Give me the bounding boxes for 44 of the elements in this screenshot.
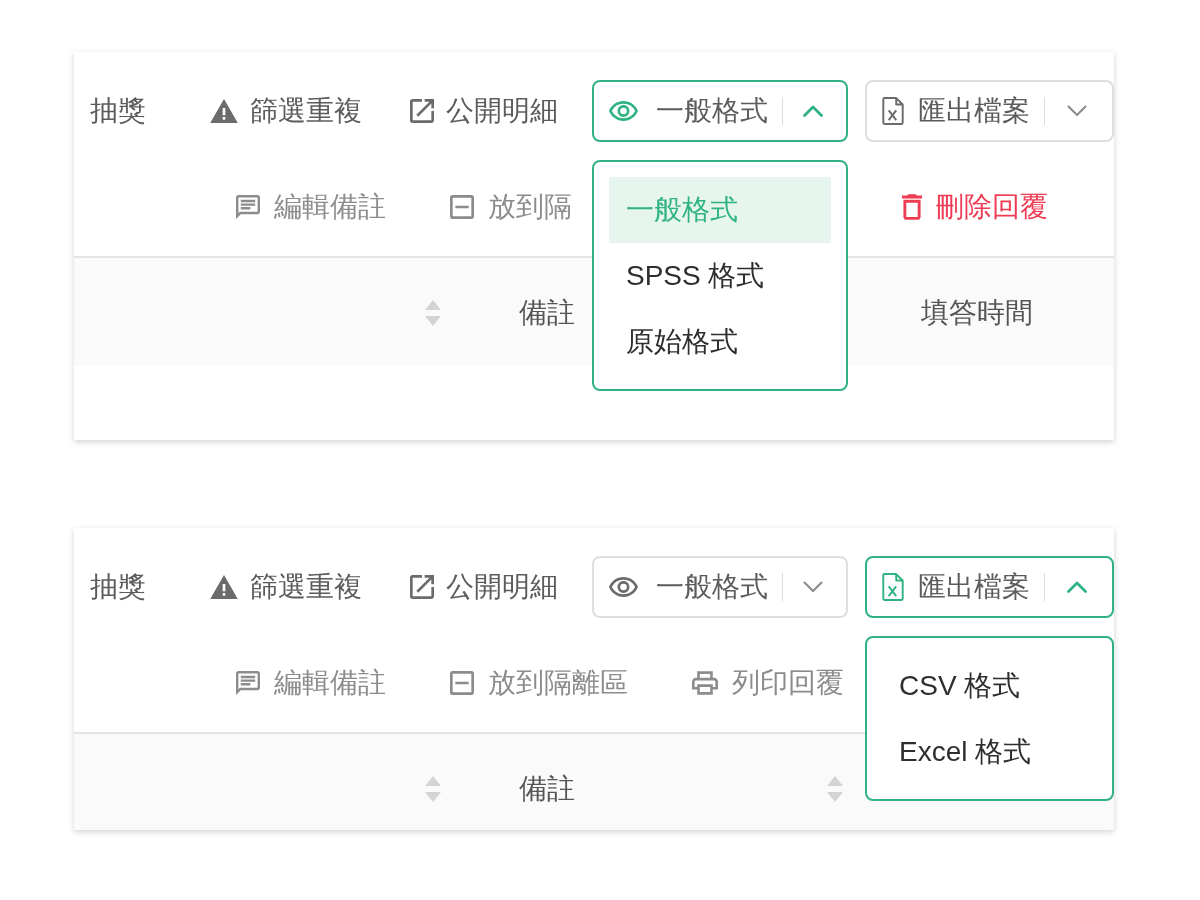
sort-icon[interactable]	[827, 776, 843, 802]
column-title: 備註	[519, 772, 575, 806]
column-title: 填答時間	[921, 296, 1033, 330]
trash-icon	[902, 194, 922, 220]
chevron-down-icon	[803, 581, 823, 593]
spreadsheet-file-icon	[882, 573, 904, 601]
chevron-up-icon	[1067, 581, 1087, 593]
filter-duplicates-button[interactable]: 篩選重複	[210, 90, 362, 132]
sort-icon[interactable]	[425, 300, 441, 326]
edit-note-button[interactable]: 編輯備註	[236, 662, 386, 704]
lottery-button[interactable]: 抽獎	[90, 566, 210, 608]
public-details-button[interactable]: 公開明細	[410, 566, 558, 608]
filter-duplicates-button[interactable]: 篩選重複	[210, 566, 362, 608]
edit-note-button[interactable]: 編輯備註	[236, 186, 386, 228]
warning-icon	[210, 575, 238, 599]
lottery-button[interactable]: 抽獎	[90, 90, 210, 132]
eye-icon	[609, 101, 638, 121]
spreadsheet-file-icon	[882, 97, 904, 125]
export-select[interactable]: 匯出檔案	[865, 556, 1114, 618]
menu-item[interactable]: Excel 格式	[882, 719, 1097, 785]
sort-icon[interactable]	[425, 776, 441, 802]
quarantine-button[interactable]: 放到隔離區	[450, 662, 628, 704]
format-select[interactable]: 一般格式	[592, 556, 848, 618]
print-button[interactable]: 列印回覆	[692, 662, 844, 704]
menu-item[interactable]: CSV 格式	[882, 653, 1097, 719]
menu-item[interactable]: SPSS 格式	[609, 243, 831, 309]
delete-button[interactable]: 刪除回覆	[902, 186, 1048, 228]
minus-box-icon	[450, 195, 474, 219]
quarantine-button[interactable]: 放到隔	[450, 186, 572, 228]
printer-icon	[692, 671, 718, 695]
column-title: 備註	[519, 296, 575, 330]
minus-box-icon	[450, 671, 474, 695]
external-link-icon	[410, 575, 434, 599]
comment-icon	[236, 195, 260, 219]
external-link-icon	[410, 99, 434, 123]
comment-icon	[236, 671, 260, 695]
eye-icon	[609, 577, 638, 597]
warning-icon	[210, 99, 238, 123]
chevron-down-icon	[1067, 105, 1087, 117]
public-details-button[interactable]: 公開明細	[410, 90, 558, 132]
chevron-up-icon	[803, 105, 823, 117]
format-select[interactable]: 一般格式	[592, 80, 848, 142]
export-select[interactable]: 匯出檔案	[865, 80, 1114, 142]
menu-item[interactable]: 原始格式	[609, 309, 831, 375]
